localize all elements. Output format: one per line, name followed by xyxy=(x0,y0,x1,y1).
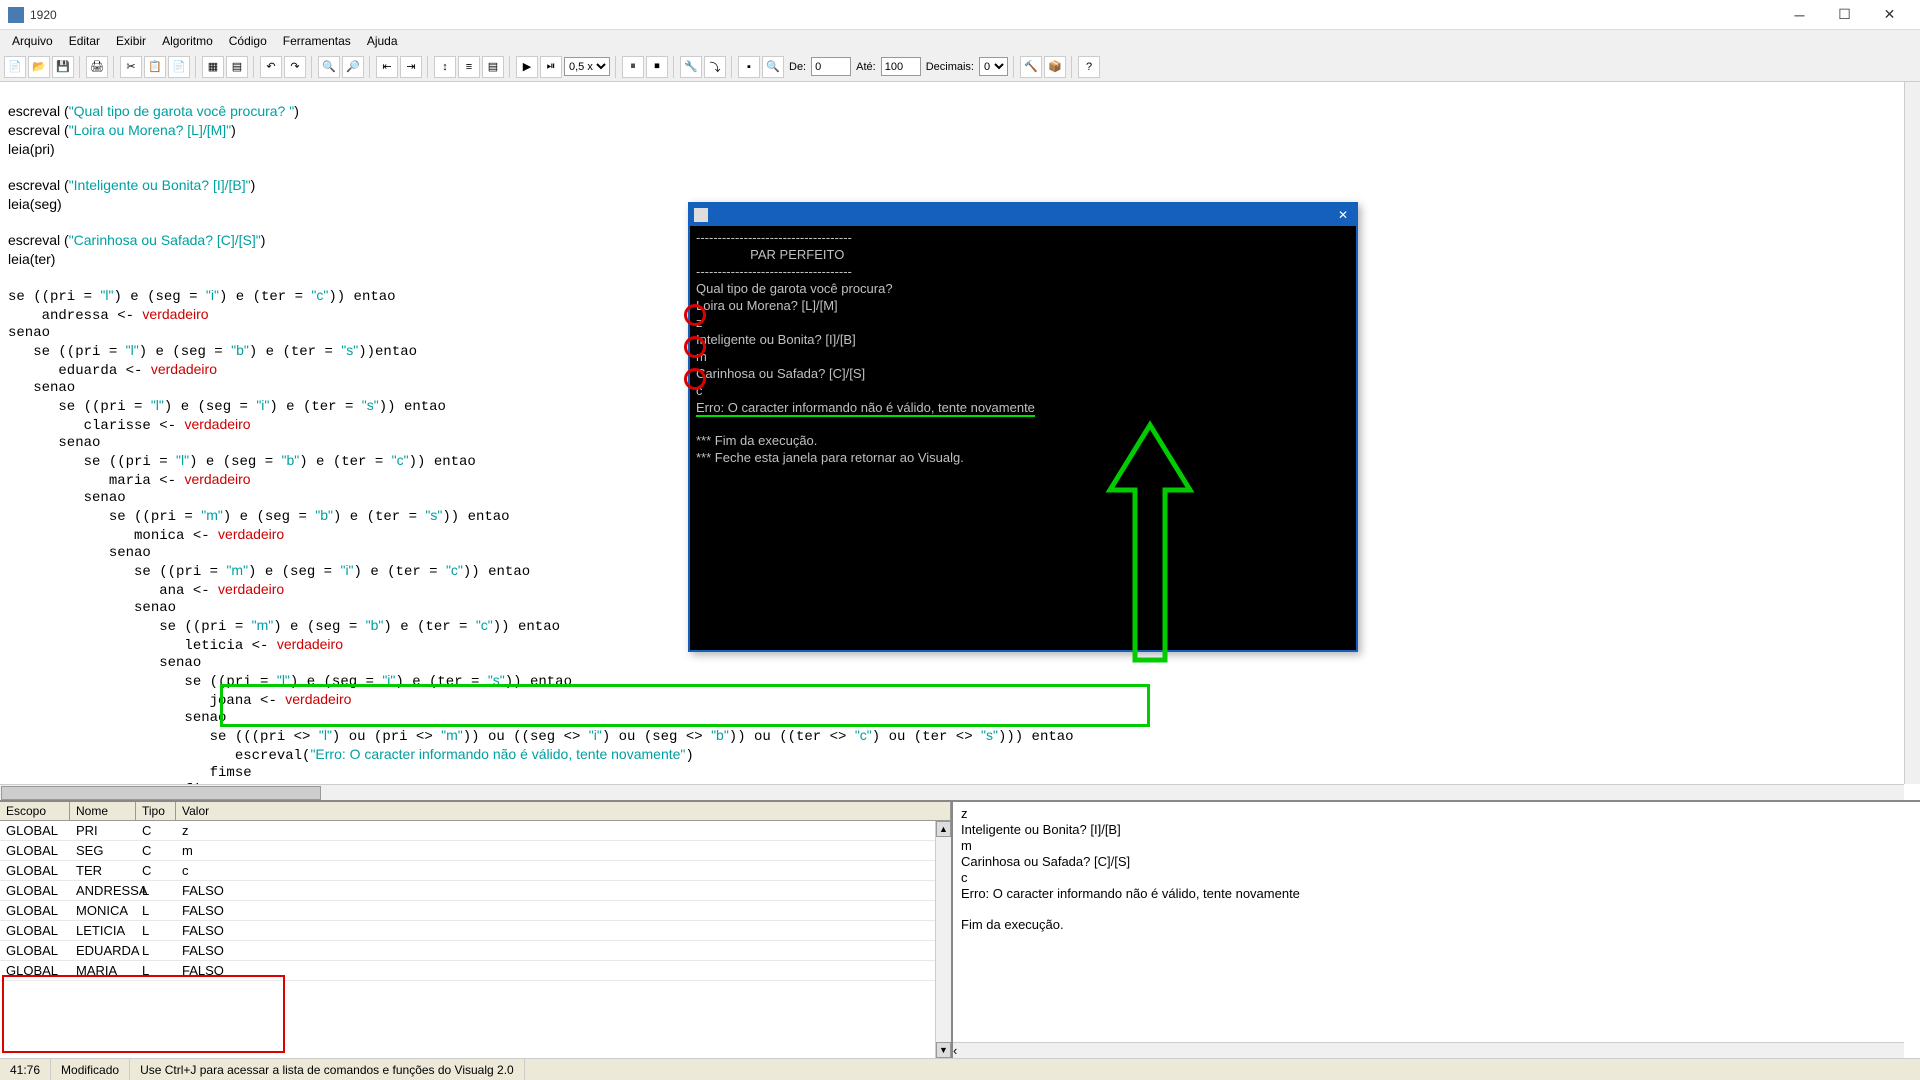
separator xyxy=(1013,56,1015,78)
annotation-circle-1 xyxy=(684,304,706,326)
output-hscroll[interactable]: ‹ xyxy=(953,1042,1904,1058)
cursor-position: 41:76 xyxy=(0,1059,51,1080)
variables-rows: GLOBALPRICz GLOBALSEGCm GLOBALTERCc GLOB… xyxy=(0,821,951,1058)
var-row: GLOBALEDUARDALFALSO xyxy=(0,941,951,961)
menu-algoritmo[interactable]: Algoritmo xyxy=(154,32,221,50)
menu-ajuda[interactable]: Ajuda xyxy=(359,32,406,50)
paste-button[interactable]: 📄 xyxy=(168,56,190,78)
editor-hscroll[interactable] xyxy=(0,784,1904,800)
menu-editar[interactable]: Editar xyxy=(61,32,108,50)
console-close-button[interactable]: ✕ xyxy=(1334,206,1352,224)
find-button[interactable]: 🔍 xyxy=(318,56,340,78)
close-button[interactable]: ✕ xyxy=(1867,1,1912,29)
annotation-circle-3 xyxy=(684,368,706,390)
window-titlebar: 1920 ─ ☐ ✕ xyxy=(0,0,1920,30)
separator xyxy=(427,56,429,78)
doc-button[interactable]: ▤ xyxy=(226,56,248,78)
annotation-circle-2 xyxy=(684,336,706,358)
output-panel: z Inteligente ou Bonita? [I]/[B] m Carin… xyxy=(951,802,1920,1058)
step-button[interactable]: ⏯ xyxy=(540,56,562,78)
new-button[interactable]: 📄 xyxy=(4,56,26,78)
var-row: GLOBALANDRESSALFALSO xyxy=(0,881,951,901)
stop-button[interactable]: ⏹ xyxy=(646,56,668,78)
separator xyxy=(369,56,371,78)
var-row: GLOBALLETICIALFALSO xyxy=(0,921,951,941)
menu-exibir[interactable]: Exibir xyxy=(108,32,154,50)
modified-indicator: Modificado xyxy=(51,1059,130,1080)
zoom-icon[interactable]: 🔍 xyxy=(762,56,784,78)
vars-button[interactable]: 🔧 xyxy=(680,56,702,78)
from-label: De: xyxy=(789,61,806,73)
console-button[interactable]: ▪ xyxy=(738,56,760,78)
annotation-arrow xyxy=(1105,420,1195,675)
variables-panel: Escopo Nome Tipo Valor GLOBALPRICz GLOBA… xyxy=(0,802,951,1058)
maximize-button[interactable]: ☐ xyxy=(1822,1,1867,29)
decimals-select[interactable]: 0 xyxy=(979,57,1008,76)
var-row: GLOBALMARIALFALSO xyxy=(0,961,951,981)
redo-button[interactable]: ↷ xyxy=(284,56,306,78)
separator xyxy=(509,56,511,78)
step-over-button[interactable]: ⤵ xyxy=(704,56,726,78)
variables-header: Escopo Nome Tipo Valor xyxy=(0,802,951,821)
toolbar: 📄 📂 💾 🖨 ✂ 📋 📄 ▦ ▤ ↶ ↷ 🔍 🔎 ⇤ ⇥ ↕ ≡ ▤ ▶ ⏯ … xyxy=(0,52,1920,82)
var-row: GLOBALSEGCm xyxy=(0,841,951,861)
indent-button[interactable]: ⇥ xyxy=(400,56,422,78)
var-row: GLOBALMONICALFALSO xyxy=(0,901,951,921)
separator xyxy=(253,56,255,78)
break-button[interactable]: ⏸ xyxy=(622,56,644,78)
var-row: GLOBALPRICz xyxy=(0,821,951,841)
variables-vscroll[interactable]: ▲▼ xyxy=(935,821,951,1058)
outdent-button[interactable]: ⇤ xyxy=(376,56,398,78)
run-button[interactable]: ▶ xyxy=(516,56,538,78)
help-button[interactable]: ? xyxy=(1078,56,1100,78)
window-title: 1920 xyxy=(30,8,1777,22)
separator xyxy=(673,56,675,78)
separator xyxy=(195,56,197,78)
separator xyxy=(1071,56,1073,78)
editor-vscroll[interactable] xyxy=(1904,82,1920,784)
status-hint: Use Ctrl+J para acessar a lista de coman… xyxy=(130,1059,525,1080)
decimals-label: Decimais: xyxy=(926,61,974,73)
lines-button[interactable]: ▤ xyxy=(482,56,504,78)
tool1-button[interactable]: 🔨 xyxy=(1020,56,1042,78)
cut-button[interactable]: ✂ xyxy=(120,56,142,78)
speed-select[interactable]: 0,5 x xyxy=(564,57,610,76)
statusbar: 41:76 Modificado Use Ctrl+J para acessar… xyxy=(0,1058,1920,1080)
bottom-panels: Escopo Nome Tipo Valor GLOBALPRICz GLOBA… xyxy=(0,800,1920,1058)
console-output: ------------------------------------ PAR… xyxy=(690,226,1356,650)
menu-codigo[interactable]: Código xyxy=(221,32,275,50)
replace-button[interactable]: 🔎 xyxy=(342,56,364,78)
copy-button[interactable]: 📋 xyxy=(144,56,166,78)
menu-bar: Arquivo Editar Exibir Algoritmo Código F… xyxy=(0,30,1920,52)
console-window: ✕ ------------------------------------ P… xyxy=(688,202,1358,652)
menu-ferramentas[interactable]: Ferramentas xyxy=(275,32,359,50)
separator xyxy=(113,56,115,78)
sort-button[interactable]: ↕ xyxy=(434,56,456,78)
separator xyxy=(615,56,617,78)
separator xyxy=(79,56,81,78)
print-button[interactable]: 🖨 xyxy=(86,56,108,78)
app-icon xyxy=(8,7,24,23)
menu-arquivo[interactable]: Arquivo xyxy=(4,32,61,50)
to-input[interactable] xyxy=(881,57,921,76)
console-titlebar[interactable]: ✕ xyxy=(690,204,1356,226)
to-label: Até: xyxy=(856,61,876,73)
open-button[interactable]: 📂 xyxy=(28,56,50,78)
from-input[interactable] xyxy=(811,57,851,76)
minimize-button[interactable]: ─ xyxy=(1777,1,1822,29)
tool2-button[interactable]: 📦 xyxy=(1044,56,1066,78)
var-row: GLOBALTERCc xyxy=(0,861,951,881)
separator xyxy=(731,56,733,78)
undo-button[interactable]: ↶ xyxy=(260,56,282,78)
save-button[interactable]: 💾 xyxy=(52,56,74,78)
separator xyxy=(311,56,313,78)
console-icon xyxy=(694,208,708,222)
tile-button[interactable]: ▦ xyxy=(202,56,224,78)
numbers-button[interactable]: ≡ xyxy=(458,56,480,78)
